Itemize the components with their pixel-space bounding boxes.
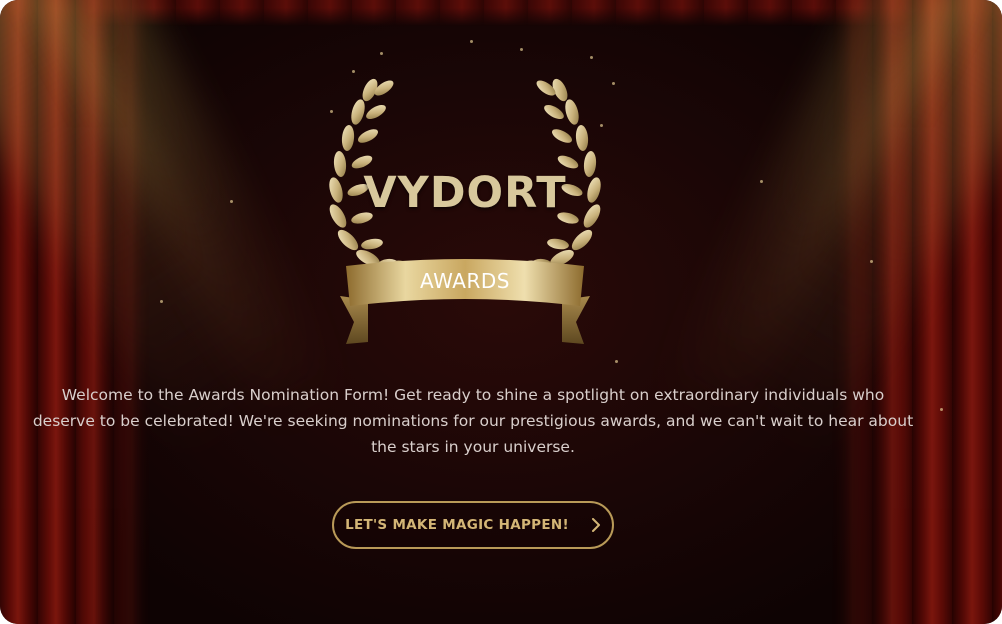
start-button-label: LET'S MAKE MAGIC HAPPEN! [345, 517, 569, 533]
sparkle [380, 52, 383, 55]
sparkle [470, 40, 473, 43]
welcome-screen: VYDORT AWARDS Welcome to the Awards Nomi… [0, 0, 1002, 624]
intro-text: Welcome to the Awards Nomination Form! G… [32, 386, 914, 456]
logo-ribbon-label: AWARDS [420, 269, 510, 293]
logo-title: VYDORT [363, 168, 567, 218]
start-button[interactable]: LET'S MAKE MAGIC HAPPEN! [332, 501, 614, 549]
sparkle [760, 180, 763, 183]
chevron-right-icon [591, 518, 601, 532]
sparkle [615, 360, 618, 363]
sparkle [160, 300, 163, 303]
sparkle [590, 56, 593, 59]
sparkle [520, 48, 523, 51]
awards-logo: VYDORT AWARDS [310, 60, 620, 360]
sparkle [940, 408, 943, 411]
sparkle [870, 260, 873, 263]
sparkle [230, 200, 233, 203]
